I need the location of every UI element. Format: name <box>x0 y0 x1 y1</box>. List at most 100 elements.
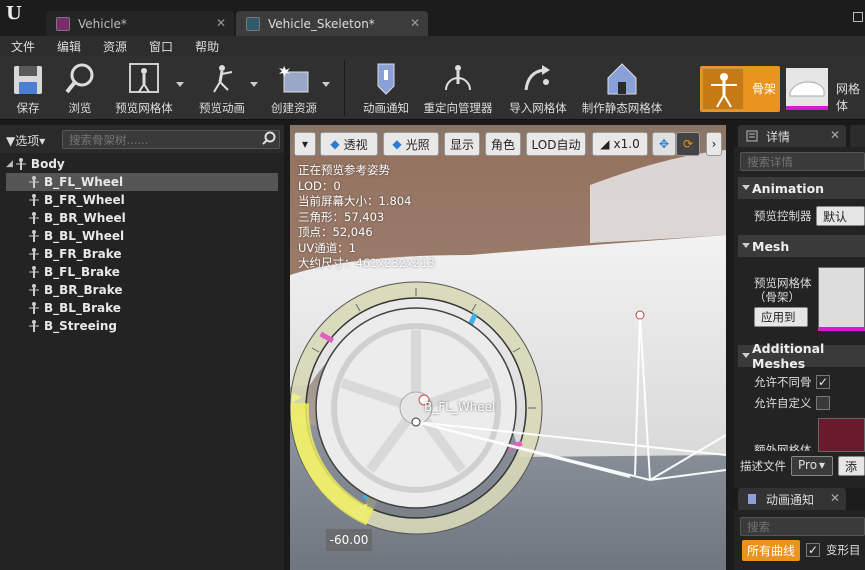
bone-icon <box>29 194 39 206</box>
tab-vehicle[interactable]: Vehicle* ✕ <box>46 11 234 36</box>
skeleton-tree-header: ▼选项▾ <box>0 125 284 153</box>
bone-icon <box>29 284 39 296</box>
expand-triangle-icon[interactable]: ◢ <box>6 159 13 169</box>
create-asset-button[interactable]: 创建资源 <box>268 56 320 120</box>
viewport-options-button[interactable]: ▾ <box>294 132 316 156</box>
bone-row-b-fl-brake[interactable]: B_FL_Brake <box>6 263 278 281</box>
mesh-mode-icon <box>786 68 828 110</box>
skeleton-mode-button[interactable]: 骨架 <box>700 66 780 112</box>
allow-custom-checkbox[interactable] <box>816 396 830 410</box>
rotate-gizmo-button[interactable]: ⟳ <box>676 132 700 156</box>
category-mesh-label: Mesh <box>752 238 790 254</box>
menu-window[interactable]: 窗口 <box>138 38 184 55</box>
all-curves-button[interactable]: 所有曲线 <box>742 540 800 561</box>
search-icon[interactable] <box>262 131 276 145</box>
tab-details[interactable]: 详情 ✕ <box>738 125 846 147</box>
skeleton-search-input[interactable] <box>62 130 280 149</box>
apply-button[interactable]: 应用到骨 <box>754 307 808 340</box>
move-icon: ✥ <box>658 137 670 151</box>
bone-row-b-fr-wheel[interactable]: B_FR_Wheel <box>6 191 278 209</box>
close-icon[interactable]: ✕ <box>830 491 840 505</box>
lit-sphere-icon: ◆ <box>392 137 402 151</box>
preview-controller-combo[interactable]: 默认 <box>816 206 865 226</box>
bone-row-b-br-wheel[interactable]: B_BR_Wheel <box>6 209 278 227</box>
details-tab-label: 详情 <box>766 129 791 144</box>
chevron-down-icon[interactable] <box>176 82 184 87</box>
restore-window-button[interactable] <box>853 12 863 22</box>
skeleton-asset-icon <box>246 16 260 31</box>
details-search-input[interactable] <box>740 152 865 171</box>
retarget-manager-button[interactable]: 重定向管理器 <box>422 56 494 120</box>
extra-mesh-thumbnail[interactable] <box>818 418 865 452</box>
save-button[interactable]: 保存 <box>8 56 48 120</box>
mesh-mode-button[interactable]: 网格体 <box>786 66 865 113</box>
menu-help[interactable]: 帮助 <box>184 38 230 55</box>
bone-row-b-streeing[interactable]: B_Streeing <box>6 317 278 335</box>
morph-target-checkbox[interactable]: ✓ <box>806 543 820 557</box>
preview-mesh-thumbnail[interactable] <box>818 267 865 331</box>
allow-different-checkbox[interactable]: ✓ <box>816 375 830 389</box>
category-additional-meshes[interactable]: Additional Meshes <box>738 341 865 371</box>
category-animation-label: Animation <box>752 180 825 196</box>
lighting-button[interactable]: ◆ 光照 <box>383 132 439 156</box>
lod-button[interactable]: LOD自动 <box>526 132 586 156</box>
viewport-more-button[interactable]: › <box>706 132 722 156</box>
preview-animation-label: 预览动画 <box>199 101 245 115</box>
perspective-icon: ◆ <box>330 137 340 151</box>
playback-speed-button[interactable]: ◢ x1.0 <box>592 132 648 156</box>
import-mesh-button[interactable]: 导入网格体 <box>507 56 569 120</box>
preview-mesh-button[interactable]: 预览网格体 <box>113 56 175 120</box>
unreal-logo-icon[interactable]: U <box>6 3 28 25</box>
make-static-mesh-button[interactable]: 制作静态网格体 <box>580 56 664 120</box>
morph-target-label: 变形目 <box>826 543 861 557</box>
bone-row-b-bl-brake[interactable]: B_BL_Brake <box>6 299 278 317</box>
show-button[interactable]: 显示 <box>444 132 480 156</box>
close-icon[interactable]: ✕ <box>830 128 840 142</box>
tab-overflow[interactable] <box>850 125 865 147</box>
perspective-button[interactable]: ◆ 透视 <box>320 132 378 156</box>
category-animation[interactable]: Animation <box>738 177 865 199</box>
details-tabbar: 详情 ✕ <box>734 125 865 147</box>
bone-row-b-fr-brake[interactable]: B_FR_Brake <box>6 245 278 263</box>
add-button[interactable]: 添加 <box>838 456 865 476</box>
viewport[interactable]: ▾ ◆ 透视 ◆ 光照 显示 角色 LOD自动 ◢ x1.0 ✥ ⟳ › 正在预览参考… <box>290 125 726 570</box>
close-icon[interactable]: ✕ <box>410 16 420 30</box>
preview-animation-button[interactable]: 预览动画 <box>196 56 248 120</box>
tab-anim-notify[interactable]: 动画通知 ✕ <box>738 488 846 510</box>
close-icon[interactable]: ✕ <box>216 16 226 30</box>
menu-asset[interactable]: 资源 <box>92 38 138 55</box>
bone-row-b-bl-wheel[interactable]: B_BL_Wheel <box>6 227 278 245</box>
save-icon <box>14 66 42 94</box>
bone-label: B_BL_Wheel <box>44 229 125 243</box>
import-mesh-icon <box>524 65 550 91</box>
bone-row-body[interactable]: ◢ Body <box>6 155 278 173</box>
anim-notify-tabbar: 动画通知 ✕ <box>734 488 865 510</box>
collapse-triangle-icon <box>742 243 750 248</box>
options-label: 选项 <box>15 134 40 148</box>
bone-row-b-br-brake[interactable]: B_BR_Brake <box>6 281 278 299</box>
character-button[interactable]: 角色 <box>485 132 521 156</box>
anim-notify-button[interactable]: 动画通知 <box>360 56 412 120</box>
bone-label: Body <box>30 157 65 171</box>
info-uv-channels: UV通道：1 <box>298 240 357 255</box>
chevron-down-icon[interactable] <box>322 82 330 87</box>
anim-notify-icon <box>748 494 756 504</box>
info-lod: LOD：0 <box>298 178 341 193</box>
anim-notify-search-input[interactable] <box>740 517 865 536</box>
tab-vehicle-skeleton[interactable]: Vehicle_Skeleton* ✕ <box>236 11 428 36</box>
anim-notify-icon <box>377 63 395 95</box>
options-button[interactable]: ▼选项▾ <box>6 132 45 149</box>
menu-edit[interactable]: 编辑 <box>46 38 92 55</box>
allow-custom-label: 允许自定义 <box>754 396 812 410</box>
bone-row-b-fl-wheel[interactable]: B_FL_Wheel <box>6 173 278 191</box>
menu-file[interactable]: 文件 <box>0 38 46 55</box>
describe-file-combo[interactable]: Pro ▾ <box>791 456 833 476</box>
move-gizmo-button[interactable]: ✥ <box>652 132 676 156</box>
chevron-down-icon[interactable] <box>250 82 258 87</box>
category-mesh[interactable]: Mesh <box>738 235 865 257</box>
browse-button[interactable]: 浏览 <box>60 56 100 120</box>
menu-bar: 文件 编辑 资源 窗口 帮助 <box>0 36 865 56</box>
create-asset-label: 创建资源 <box>271 101 317 115</box>
retarget-manager-label: 重定向管理器 <box>423 101 493 115</box>
anim-notify-label: 动画通知 <box>363 101 409 115</box>
